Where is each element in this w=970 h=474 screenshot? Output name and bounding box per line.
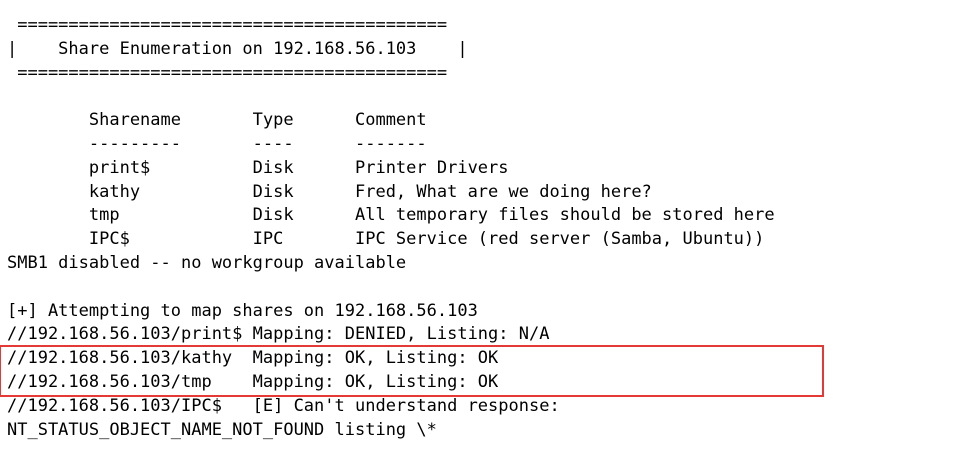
banner-top-border: ========================================… <box>7 15 458 35</box>
banner-bottom-border: ========================================… <box>7 62 458 83</box>
share-row-ipc: IPC$ IPC IPC Service (red server (Samba,… <box>7 229 765 250</box>
share-table-separator: --------- ---- ------- <box>7 133 427 154</box>
mapping-result-kathy: //192.168.56.103/kathy Mapping: OK, List… <box>7 348 499 369</box>
terminal-output[interactable]: ========================================… <box>0 0 970 474</box>
smb1-status-line: SMB1 disabled -- no workgroup available <box>7 252 407 273</box>
mapping-error-line: NT_STATUS_OBJECT_NAME_NOT_FOUND listing … <box>7 419 437 440</box>
mapping-result-tmp: //192.168.56.103/tmp Mapping: OK, Listin… <box>7 371 499 392</box>
mapping-attempt-line: [+] Attempting to map shares on 192.168.… <box>7 300 478 321</box>
mapping-result-ipc: //192.168.56.103/IPC$ [E] Can't understa… <box>7 395 560 416</box>
mapping-result-print: //192.168.56.103/print$ Mapping: DENIED,… <box>7 324 550 345</box>
banner-title: | Share Enumeration on 192.168.56.103 | <box>7 38 468 59</box>
share-table-header: Sharename Type Comment <box>7 110 427 131</box>
share-row-tmp: tmp Disk All temporary files should be s… <box>7 205 775 226</box>
share-row-print: print$ Disk Printer Drivers <box>7 157 509 178</box>
share-row-kathy: kathy Disk Fred, What are we doing here? <box>7 181 652 202</box>
